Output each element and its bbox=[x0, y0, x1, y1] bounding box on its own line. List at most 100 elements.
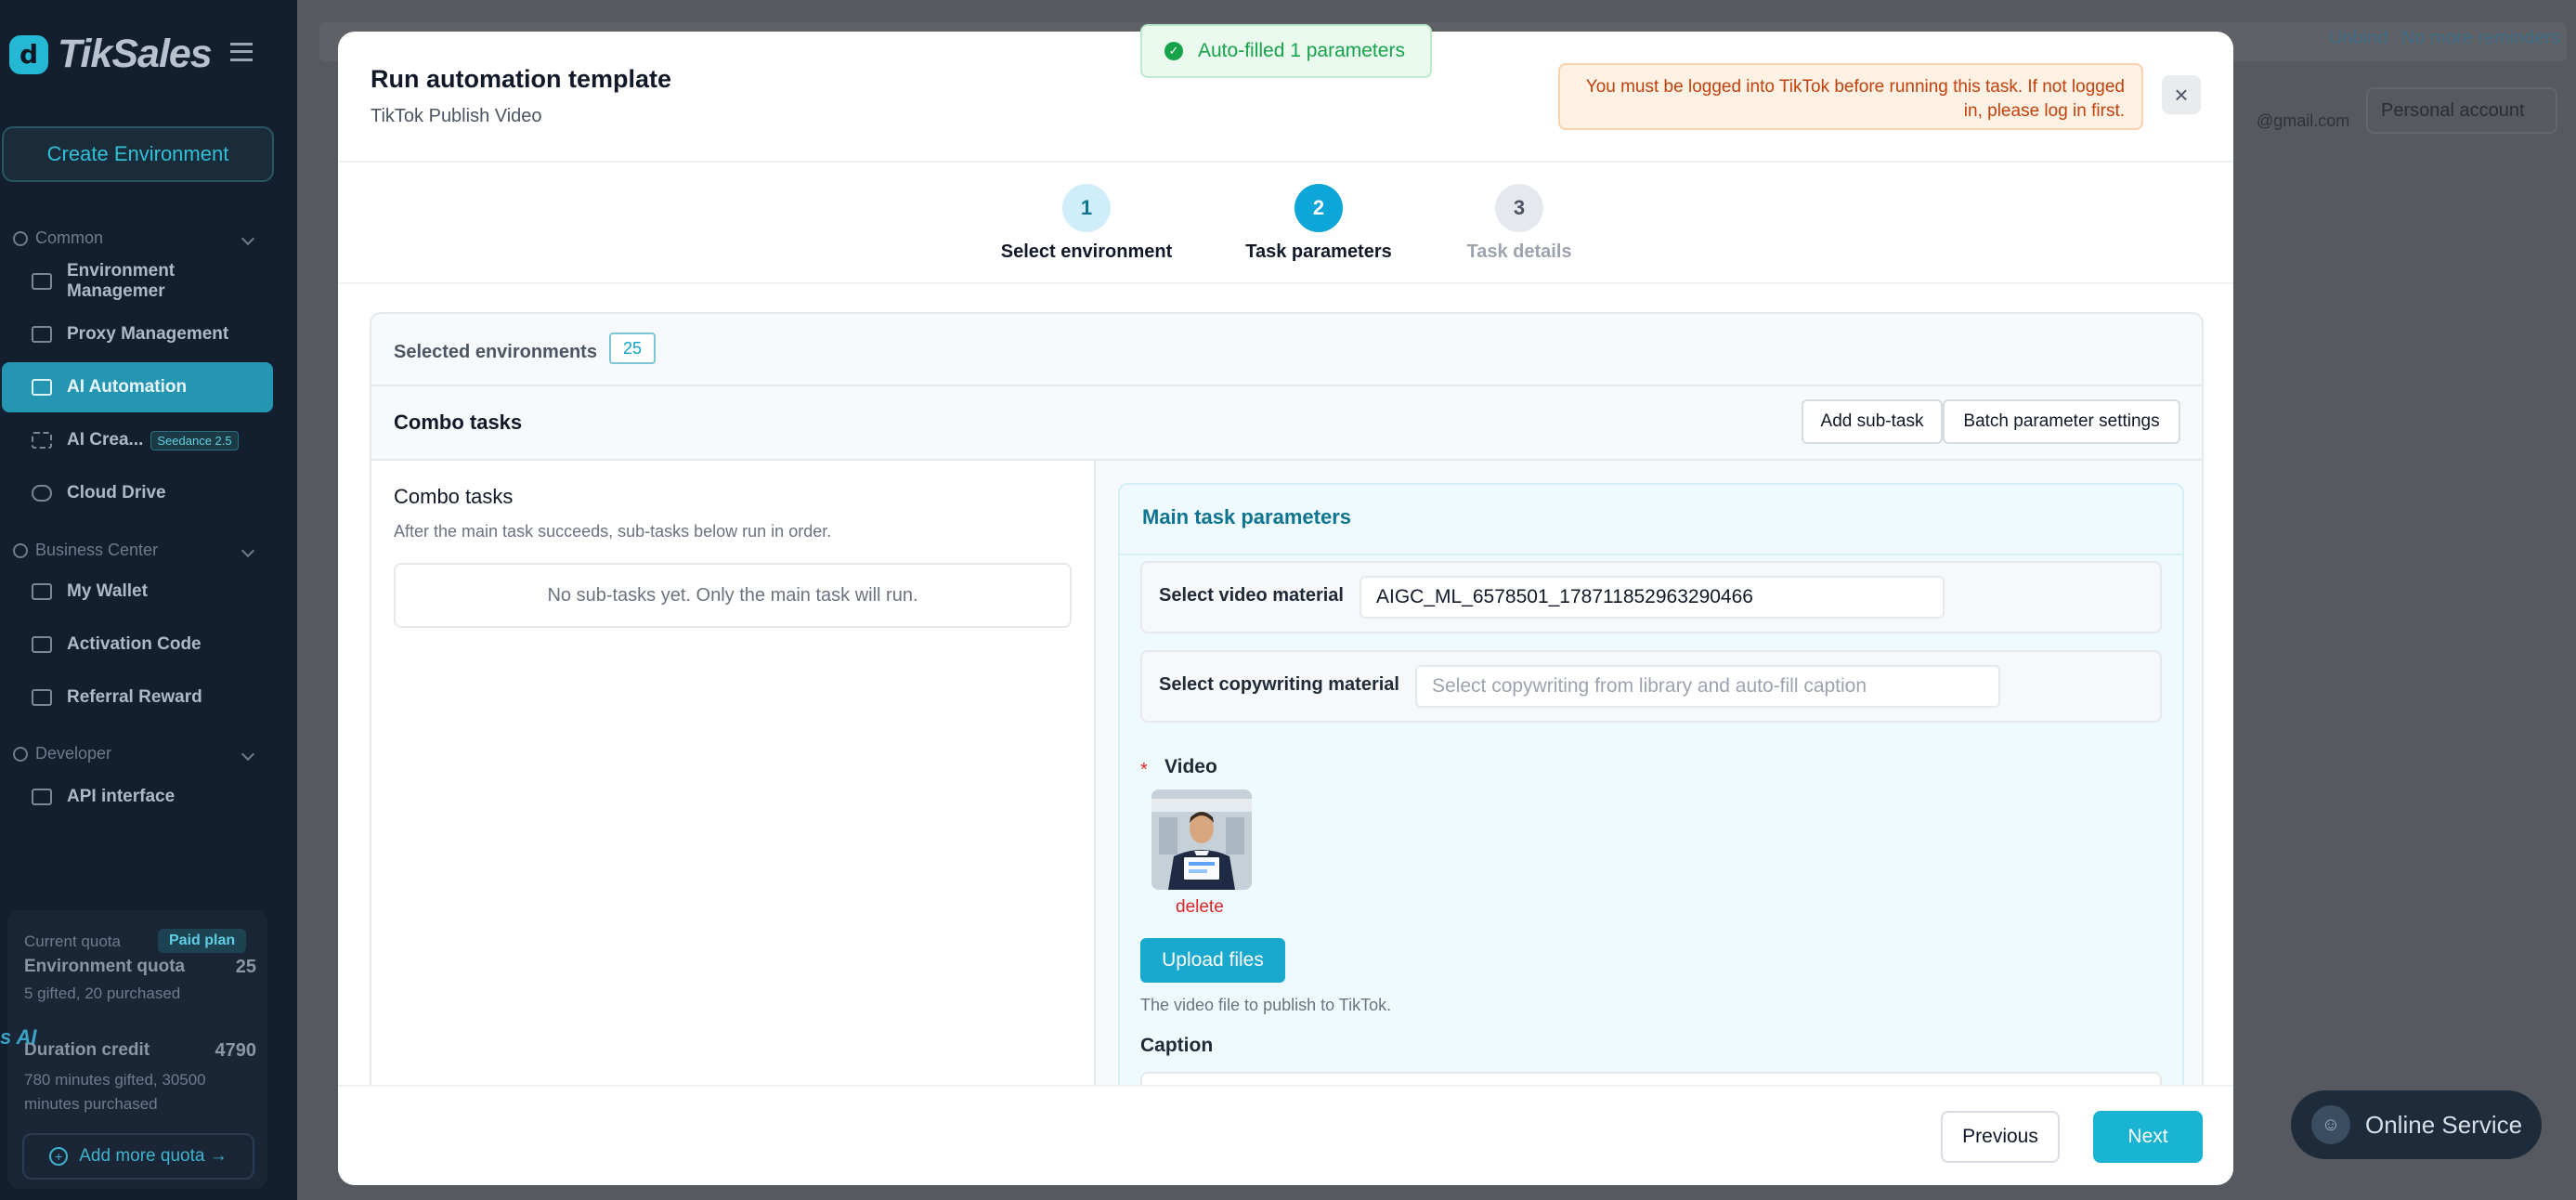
add-more-quota-button[interactable]: + Add more quota → bbox=[22, 1133, 254, 1180]
delete-video-link[interactable]: delete bbox=[1176, 897, 1224, 918]
sidebar-item-label: Environment Managemer bbox=[67, 261, 176, 301]
sidebar-item-label: Proxy Management bbox=[67, 324, 229, 344]
star-icon bbox=[13, 230, 28, 246]
proxy-icon bbox=[32, 326, 52, 343]
step-1-circle[interactable]: 1 bbox=[1062, 184, 1111, 232]
modal-title: Run automation template bbox=[371, 65, 672, 93]
no-subtasks-message: No sub-tasks yet. Only the main task wil… bbox=[394, 563, 1072, 628]
selected-environments-count: 25 bbox=[609, 333, 656, 364]
step-3-circle[interactable]: 3 bbox=[1495, 184, 1543, 232]
video-material-row: Select video material AIGC_ML_6578501_17… bbox=[1140, 561, 2162, 633]
paid-plan-badge: Paid plan bbox=[158, 929, 247, 953]
gift-icon bbox=[32, 689, 52, 706]
chat-icon: ☺ bbox=[2311, 1105, 2350, 1144]
close-button[interactable]: × bbox=[2162, 75, 2201, 114]
key-icon bbox=[32, 636, 52, 653]
check-circle-icon: ✓ bbox=[1164, 42, 1183, 60]
code-icon bbox=[13, 746, 28, 762]
sidebar-item-ai-creation[interactable]: AI Crea... Seedance 2.5 bbox=[2, 415, 273, 465]
batch-parameter-settings-button[interactable]: Batch parameter settings bbox=[1943, 399, 2180, 444]
combo-tasks-column: Combo tasks After the main task succeeds… bbox=[371, 461, 1096, 1167]
upload-files-button[interactable]: Upload files bbox=[1140, 938, 1285, 983]
combo-tasks-title: Combo tasks bbox=[394, 485, 514, 508]
main-task-parameters: Main task parameters Select video materi… bbox=[1118, 483, 2184, 1185]
video-material-label: Select video material bbox=[1159, 585, 1344, 606]
environment-quota-label: Environment quota bbox=[24, 957, 186, 976]
sidebar-item-api[interactable]: API interface bbox=[2, 772, 273, 822]
selected-environments-label: Selected environments bbox=[394, 342, 597, 362]
no-more-reminders-link[interactable]: No more reminders bbox=[2401, 28, 2560, 49]
chevron-down-icon bbox=[241, 543, 255, 557]
sidebar-item-environment[interactable]: Environment Managemer bbox=[2, 256, 273, 307]
logo[interactable]: d TikSales bbox=[9, 32, 213, 77]
create-environment-button[interactable]: Create Environment bbox=[2, 126, 274, 182]
sidebar-item-label: Referral Reward bbox=[67, 687, 202, 707]
sidebar-item-label: AI Automation bbox=[67, 377, 188, 397]
run-automation-modal: Run automation template TikTok Publish V… bbox=[338, 32, 2233, 1185]
tiksales-logo-icon: d bbox=[9, 34, 48, 74]
section-label: Developer bbox=[35, 744, 112, 763]
previous-button[interactable]: Previous bbox=[1941, 1111, 2060, 1163]
seedance-badge: Seedance 2.5 bbox=[150, 430, 239, 450]
login-warning: You must be logged into TikTok before ru… bbox=[1558, 63, 2143, 130]
sidebar-item-referral[interactable]: Referral Reward bbox=[2, 672, 273, 723]
sidebar-item-ai-automation[interactable]: AI Automation bbox=[2, 362, 273, 412]
video-material-select[interactable]: AIGC_ML_6578501_178711852963290466 bbox=[1360, 576, 1945, 619]
duration-credit-detail: 780 minutes gifted, 30500 minutes purcha… bbox=[24, 1071, 206, 1113]
account-select[interactable]: Personal account bbox=[2366, 87, 2557, 134]
sparkle-icon bbox=[32, 432, 52, 449]
main-task-parameters-title: Main task parameters bbox=[1142, 505, 1351, 528]
sidebar-item-proxy[interactable]: Proxy Management bbox=[2, 309, 273, 359]
sidebar-item-activation[interactable]: Activation Code bbox=[2, 620, 273, 670]
sidebar-item-label: API interface bbox=[67, 787, 176, 806]
plus-icon: + bbox=[49, 1147, 69, 1166]
success-toast: ✓ Auto-filled 1 parameters bbox=[1140, 24, 1432, 78]
video-label: Video bbox=[1164, 756, 1217, 777]
task-parameters-panel: Selected environments 25 Combo tasks Add… bbox=[370, 312, 2204, 1185]
online-service-button[interactable]: ☺ Online Service bbox=[2291, 1090, 2542, 1159]
sidebar-item-label: AI Crea... bbox=[67, 430, 144, 450]
required-mark: * bbox=[1140, 760, 1148, 780]
section-divider bbox=[1120, 554, 2182, 555]
online-service-label: Online Service bbox=[2365, 1110, 2523, 1139]
copywriting-material-select[interactable]: Select copywriting from library and auto… bbox=[1415, 665, 2000, 708]
video-thumbnail-image bbox=[1151, 789, 1252, 890]
modal-subtitle: TikTok Publish Video bbox=[371, 106, 542, 126]
environment-quota-detail: 5 gifted, 20 purchased bbox=[24, 985, 181, 1002]
add-more-quota-label: Add more quota → bbox=[79, 1146, 228, 1166]
section-business[interactable]: Business Center bbox=[13, 541, 262, 560]
section-common[interactable]: Common bbox=[13, 228, 262, 248]
unbind-link[interactable]: Unbind bbox=[2329, 28, 2387, 49]
step-3-label: Task details bbox=[1466, 241, 1572, 262]
combo-tasks-description: After the main task succeeds, sub-tasks … bbox=[394, 522, 832, 541]
sidebar-item-label: Activation Code bbox=[67, 634, 202, 654]
duration-credit-label: Duration credit bbox=[24, 1040, 150, 1060]
video-thumbnail[interactable] bbox=[1151, 789, 1252, 890]
add-sub-task-button[interactable]: Add sub-task bbox=[1802, 399, 1943, 444]
ai-badge: s AI bbox=[0, 1025, 37, 1049]
sidebar-item-wallet[interactable]: My Wallet bbox=[2, 567, 273, 617]
duration-credit-value: 4790 bbox=[215, 1040, 257, 1061]
environment-quota-value: 25 bbox=[235, 957, 256, 977]
steps-divider bbox=[338, 282, 2233, 284]
automation-icon bbox=[32, 379, 52, 396]
toast-message: Auto-filled 1 parameters bbox=[1198, 40, 1405, 61]
upload-hint: The video file to publish to TikTok. bbox=[1140, 996, 1392, 1014]
monitor-icon bbox=[32, 273, 52, 290]
step-2-circle[interactable]: 2 bbox=[1295, 184, 1343, 232]
close-icon: × bbox=[2174, 80, 2189, 109]
copywriting-material-row: Select copywriting material Select copyw… bbox=[1140, 650, 2162, 723]
sidebar: d TikSales Create Environment Common Env… bbox=[0, 0, 297, 1200]
header-divider bbox=[338, 161, 2233, 163]
wallet-icon bbox=[32, 583, 52, 600]
quota-panel: Current quota Paid plan Environment quot… bbox=[7, 910, 267, 1189]
sidebar-item-cloud-drive[interactable]: Cloud Drive bbox=[2, 468, 273, 518]
panel-divider bbox=[371, 385, 2202, 386]
menu-icon[interactable] bbox=[230, 43, 253, 61]
section-developer[interactable]: Developer bbox=[13, 744, 262, 763]
next-button[interactable]: Next bbox=[2093, 1111, 2203, 1163]
modal-footer: Previous Next bbox=[338, 1085, 2233, 1185]
section-label: Business Center bbox=[35, 541, 159, 559]
step-1-label: Select environment bbox=[1000, 241, 1173, 262]
account-email: @gmail.com bbox=[2257, 111, 2350, 130]
